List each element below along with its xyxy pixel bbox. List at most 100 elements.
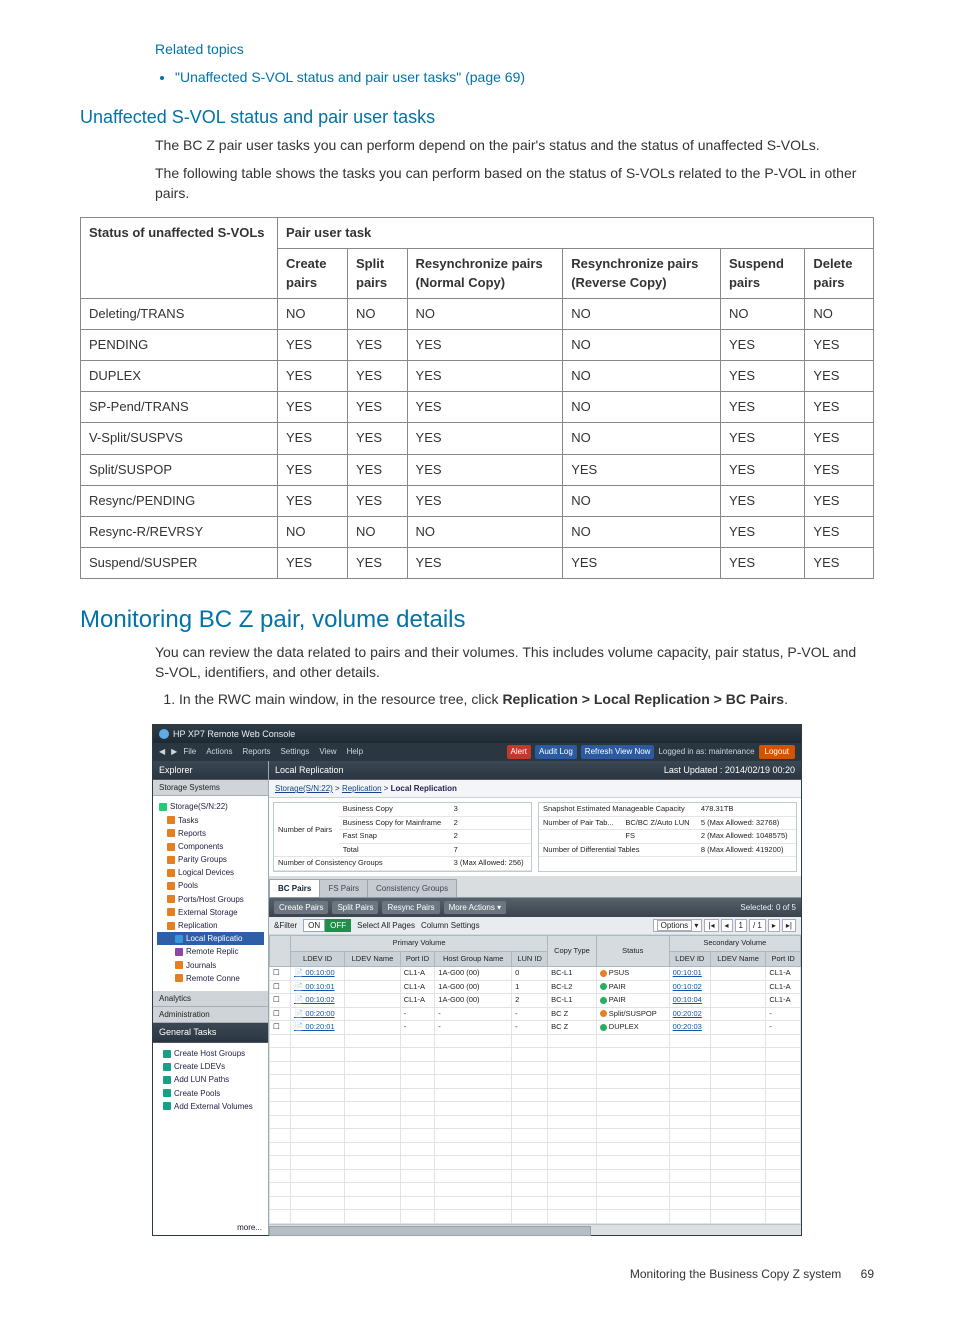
sec-ldev-link[interactable]: 00:10:04 [669,994,710,1008]
status-icon [600,983,607,990]
general-task-item[interactable]: Add External Volumes [157,1100,264,1113]
tree-node[interactable]: Journals [157,959,264,972]
tree-node[interactable]: Pools [157,879,264,892]
tree-node[interactable]: Reports [157,827,264,840]
menu-item[interactable]: Actions [206,747,232,756]
tree-node[interactable]: Remote Conne [157,972,264,985]
pair-cell: - [400,1021,435,1035]
general-task-item[interactable]: Create Host Groups [157,1047,264,1060]
tab-fs-pairs[interactable]: FS Pairs [319,879,368,897]
pair-row[interactable]: ☐📄 00:10:02CL1-A1A-G00 (00)2BC-L1PAIR00:… [270,994,801,1008]
filter-on[interactable]: ON [303,919,325,932]
tree-label: Parity Groups [178,854,227,865]
row-checkbox[interactable]: ☐ [270,967,291,981]
tree-node[interactable]: Logical Devices [157,866,264,879]
auditlog-button[interactable]: Audit Log [535,745,577,758]
tab-bc-pairs[interactable]: BC Pairs [269,879,320,897]
sr-nptv: 5 (Max Allowed: 32768) [697,816,796,830]
pager-page[interactable]: 1 [735,919,747,932]
pair-cell [710,1007,765,1021]
sec-ldev-link[interactable]: 00:10:01 [669,967,710,981]
tree-node[interactable]: Ports/Host Groups [157,893,264,906]
administration-header[interactable]: Administration [153,1007,268,1023]
row-checkbox[interactable]: ☐ [270,980,291,994]
value-cell: YES [348,329,408,360]
sl-bcmfv: 2 [450,816,531,830]
resync-pairs-button[interactable]: Resync Pairs [382,901,439,914]
split-pairs-button[interactable]: Split Pairs [332,901,378,914]
pair-row[interactable]: ☐📄 00:20:00---BC ZSplit/SUSPOP00:20:02- [270,1007,801,1021]
tree-node[interactable]: Local Replicatio [157,932,264,945]
status-cell: Suspend/SUSPER [81,548,278,579]
ldev-link[interactable]: 📄 00:10:00 [291,967,345,981]
tree-node[interactable]: Parity Groups [157,853,264,866]
tree-node[interactable]: Storage(S/N:22) [157,800,264,813]
general-task-item[interactable]: Create Pools [157,1087,264,1100]
tree-node[interactable]: Remote Replic [157,945,264,958]
row-checkbox[interactable]: ☐ [270,994,291,1008]
th-col: Split pairs [348,249,408,298]
filter-toggle[interactable]: ON OFF [303,919,351,932]
tab-consistency-groups[interactable]: Consistency Groups [367,879,457,897]
status-icon [600,997,607,1004]
alert-button[interactable]: Alert [507,745,531,758]
pair-cell: - [435,1007,512,1021]
menu-item[interactable]: View [319,747,336,756]
tree-node[interactable]: External Storage [157,906,264,919]
refresh-button[interactable]: Refresh View Now [581,745,655,758]
column-settings[interactable]: Column Settings [421,920,480,931]
ldev-link[interactable]: 📄 00:20:01 [291,1021,345,1035]
pager-first[interactable]: |◂ [704,919,718,932]
select-all-pages[interactable]: Select All Pages [357,920,415,931]
general-task-item[interactable]: Add LUN Paths [157,1073,264,1086]
row-checkbox[interactable]: ☐ [270,1021,291,1035]
tree-label: External Storage [178,907,238,918]
menu-item[interactable]: File [183,747,196,756]
sr-fsv: 2 (Max Allowed: 1048575) [697,830,796,844]
breadcrumb-storage[interactable]: Storage(S/N:22) [275,784,333,793]
more-actions-button[interactable]: More Actions ▾ [444,901,507,914]
sec-ldev-link[interactable]: 00:20:02 [669,1007,710,1021]
pager-next[interactable]: ▸ [768,919,780,932]
ldev-link[interactable]: 📄 00:10:01 [291,980,345,994]
ldev-link[interactable]: 📄 00:20:00 [291,1007,345,1021]
options-button[interactable]: Options ▾ [653,919,703,932]
value-cell: NO [805,298,874,329]
tree-node[interactable]: Components [157,840,264,853]
nav-arrow-icon[interactable]: ▶ [171,747,177,756]
nav-arrow-icon[interactable]: ◀ [159,747,165,756]
scrollbar-thumb[interactable] [269,1226,591,1236]
logout-button[interactable]: Logout [759,745,795,758]
pair-row[interactable]: ☐📄 00:20:01---BC ZDUPLEX00:20:03- [270,1021,801,1035]
value-cell: YES [805,548,874,579]
pager-last[interactable]: ▸| [782,919,796,932]
pager-prev[interactable]: ◂ [721,919,733,932]
sec-ldev-link[interactable]: 00:20:03 [669,1021,710,1035]
menu-item[interactable]: Reports [242,747,270,756]
row-checkbox[interactable]: ☐ [270,1007,291,1021]
pair-row[interactable]: ☐📄 00:10:01CL1-A1A-G00 (00)1BC-L2PAIR00:… [270,980,801,994]
create-pairs-button[interactable]: Create Pairs [274,901,328,914]
sec-ldev-link[interactable]: 00:10:02 [669,980,710,994]
tree-node[interactable]: Tasks [157,814,264,827]
menu-item[interactable]: Settings [280,747,309,756]
general-task-item[interactable]: Create LDEVs [157,1060,264,1073]
value-cell: YES [805,517,874,548]
th-copytype: Copy Type [548,936,597,967]
tree-node[interactable]: Replication [157,919,264,932]
related-link-text[interactable]: "Unaffected S-VOL status and pair user t… [175,69,525,85]
steps-list: In the RWC main window, in the resource … [155,690,874,710]
pair-row[interactable]: ☐📄 00:10:00CL1-A1A-G00 (00)0BC-L1PSUS00:… [270,967,801,981]
horizontal-scrollbar[interactable] [269,1224,801,1235]
sr-semcv: 478.31TB [697,803,796,816]
step-1: In the RWC main window, in the resource … [179,690,874,710]
menu-item[interactable]: Help [347,747,363,756]
breadcrumb-replication[interactable]: Replication [342,784,382,793]
filter-off[interactable]: OFF [325,919,351,932]
more-link[interactable]: more... [153,1220,268,1235]
analytics-header[interactable]: Analytics [153,991,268,1007]
related-topic-link[interactable]: "Unaffected S-VOL status and pair user t… [175,68,874,88]
storage-systems-header[interactable]: Storage Systems [153,780,268,796]
ldev-link[interactable]: 📄 00:10:02 [291,994,345,1008]
menu-bar: ◀ ▶ File Actions Reports Settings View Help Ale… [153,743,801,760]
